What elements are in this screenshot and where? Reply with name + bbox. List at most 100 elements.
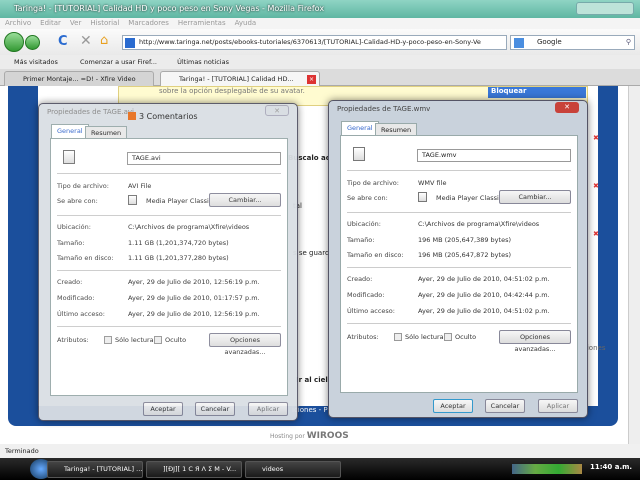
taskbar-item-xfire[interactable]: ][ĐJ][ 1 C Я Λ Σ M - V... bbox=[146, 461, 242, 478]
filename-field[interactable]: TAGE.wmv bbox=[417, 149, 571, 162]
close-icon[interactable]: ✕ bbox=[555, 102, 579, 113]
menu-herramientas[interactable]: Herramientas bbox=[178, 19, 226, 27]
back-button[interactable] bbox=[4, 32, 24, 52]
general-panel: TAGE.avi Tipo de archivo: AVI File Se abr… bbox=[50, 138, 288, 396]
general-panel: TAGE.wmv Tipo de archivo: WMV file Se abr… bbox=[340, 135, 578, 393]
page-scrollbar[interactable] bbox=[628, 86, 640, 444]
home-icon[interactable]: ⌂ bbox=[100, 33, 108, 48]
apply-button[interactable]: Aplicar bbox=[248, 402, 288, 416]
forward-button[interactable] bbox=[25, 35, 40, 50]
label-tam: Tamaño: bbox=[347, 236, 375, 244]
wiroos-logo: WIROOS bbox=[306, 431, 349, 441]
window-controls[interactable] bbox=[576, 2, 634, 15]
video-file-icon bbox=[63, 150, 75, 164]
rss-icon bbox=[128, 112, 136, 120]
value-ubic: C:\Archivos de programa\Xfire\videos bbox=[418, 220, 540, 228]
status-bar: Terminado bbox=[0, 444, 640, 458]
delete-icon[interactable]: ✖ bbox=[593, 230, 599, 238]
bloquear-label: Bloquear bbox=[491, 87, 527, 95]
value-tam: 1.11 GB (1,201,374,720 bytes) bbox=[128, 239, 229, 247]
advanced-options-button[interactable]: Opciones avanzadas... bbox=[499, 330, 571, 353]
video-file-icon bbox=[353, 147, 365, 161]
delete-icon[interactable]: ✖ bbox=[593, 134, 599, 142]
task-label: videos bbox=[262, 465, 284, 473]
tab-general[interactable]: General bbox=[341, 121, 379, 136]
tab-xfire[interactable]: Primer Montaje... =D! - Xfire Video bbox=[4, 71, 154, 86]
label-abre: Se abre con: bbox=[57, 197, 98, 205]
label-creado: Creado: bbox=[347, 275, 373, 283]
divider bbox=[347, 170, 571, 171]
stop-icon[interactable]: ✕ bbox=[80, 33, 92, 49]
taskbar: Taringa! - [TUTORIAL] ... ][ĐJ][ 1 C Я Λ… bbox=[0, 458, 640, 480]
comments-heading: 3 Comentarios bbox=[128, 111, 198, 122]
value-disco: 1.11 GB (1,201,377,280 bytes) bbox=[128, 254, 229, 262]
taskbar-item-firefox[interactable]: Taringa! - [TUTORIAL] ... bbox=[47, 461, 143, 478]
cancel-button[interactable]: Cancelar bbox=[485, 399, 525, 413]
tab-label: Primer Montaje... =D! - Xfire Video bbox=[23, 75, 136, 83]
tab-taringa[interactable]: Taringa! - [TUTORIAL] Calidad HD... × bbox=[160, 71, 320, 86]
menu-ver[interactable]: Ver bbox=[70, 19, 81, 27]
delete-icon[interactable]: ✖ bbox=[593, 182, 599, 190]
tray-icons[interactable] bbox=[512, 464, 582, 474]
readonly-label: Sólo lectura bbox=[115, 336, 154, 344]
value-creado: Ayer, 29 de Julio de 2010, 04:51:02 p.m. bbox=[418, 275, 550, 283]
readonly-checkbox[interactable] bbox=[394, 333, 402, 341]
cancel-button[interactable]: Cancelar bbox=[195, 402, 235, 416]
menu-ayuda[interactable]: Ayuda bbox=[235, 19, 257, 27]
label-disco: Tamaño en disco: bbox=[57, 254, 114, 262]
menu-editar[interactable]: Editar bbox=[40, 19, 61, 27]
menu-marcadores[interactable]: Marcadores bbox=[128, 19, 169, 27]
apply-button[interactable]: Aplicar bbox=[538, 399, 578, 413]
url-bar[interactable]: http://www.taringa.net/posts/ebooks-tuto… bbox=[122, 35, 507, 50]
notice-text: sobre la opción desplegable de su avatar… bbox=[159, 87, 305, 95]
advanced-options-button[interactable]: Opciones avanzadas... bbox=[209, 333, 281, 356]
hidden-checkbox[interactable] bbox=[154, 336, 162, 344]
readonly-label: Sólo lectura bbox=[405, 333, 444, 341]
hosting-prefix: Hosting por bbox=[270, 433, 305, 440]
label-abre: Se abre con: bbox=[347, 194, 388, 202]
divider bbox=[347, 267, 571, 268]
value-tipo: AVI File bbox=[128, 182, 152, 190]
close-icon[interactable]: ✕ bbox=[265, 105, 289, 116]
reload-icon[interactable]: C bbox=[58, 34, 68, 49]
dialog-title: Propiedades de TAGE.wmv bbox=[337, 105, 431, 113]
ok-button[interactable]: Aceptar bbox=[143, 402, 183, 416]
attributes-label: Atributos: bbox=[57, 336, 89, 344]
filename-field[interactable]: TAGE.avi bbox=[127, 152, 281, 165]
magnifier-icon[interactable]: ⚲ bbox=[626, 36, 631, 49]
label-mod: Modificado: bbox=[347, 291, 385, 299]
value-tam: 196 MB (205,647,389 bytes) bbox=[418, 236, 512, 244]
site-favicon bbox=[125, 38, 135, 48]
bookmark-mas-visitados[interactable]: Más visitados bbox=[14, 58, 58, 66]
change-button[interactable]: Cambiar... bbox=[209, 193, 281, 207]
divider bbox=[347, 212, 571, 213]
properties-dialog: Propiedades de TAGE.avi ✕ General Resume… bbox=[38, 103, 298, 421]
value-ult: Ayer, 29 de Julio de 2010, 12:56:19 p.m. bbox=[128, 310, 260, 318]
readonly-checkbox[interactable] bbox=[104, 336, 112, 344]
bookmark-comenzar[interactable]: Comenzar a usar Firef... bbox=[80, 58, 157, 66]
bg-fragment: s se guard bbox=[293, 249, 330, 257]
change-button[interactable]: Cambiar... bbox=[499, 190, 571, 204]
label-tipo: Tipo de archivo: bbox=[347, 179, 399, 187]
ok-button[interactable]: Aceptar bbox=[433, 399, 473, 413]
bookmark-ultimas-noticias[interactable]: Últimas noticias bbox=[177, 58, 229, 66]
task-label: Taringa! - [TUTORIAL] ... bbox=[64, 465, 143, 473]
hidden-checkbox[interactable] bbox=[444, 333, 452, 341]
bloquear-button[interactable]: Bloquear bbox=[488, 87, 586, 98]
menu-archivo[interactable]: Archivo bbox=[5, 19, 31, 27]
close-tab-icon[interactable]: × bbox=[307, 75, 316, 84]
search-placeholder: Google bbox=[537, 38, 562, 46]
label-creado: Creado: bbox=[57, 278, 83, 286]
label-ult: Último acceso: bbox=[347, 307, 395, 315]
clock: 11:40 a.m. bbox=[590, 463, 633, 471]
menu-historial[interactable]: Historial bbox=[90, 19, 119, 27]
window-title-bar: Taringa! - [TUTORIAL] Calidad HD y poco … bbox=[0, 0, 640, 18]
tab-label: Taringa! - [TUTORIAL] Calidad HD... bbox=[179, 75, 294, 83]
tab-general[interactable]: General bbox=[51, 124, 89, 139]
url-text: http://www.taringa.net/posts/ebooks-tuto… bbox=[139, 38, 481, 46]
tab-strip: Primer Montaje... =D! - Xfire Video Tari… bbox=[0, 69, 640, 86]
media-player-icon bbox=[418, 192, 427, 202]
divider bbox=[57, 173, 281, 174]
search-input[interactable]: Google ⚲ bbox=[510, 35, 635, 50]
taskbar-item-videos[interactable]: videos bbox=[245, 461, 341, 478]
